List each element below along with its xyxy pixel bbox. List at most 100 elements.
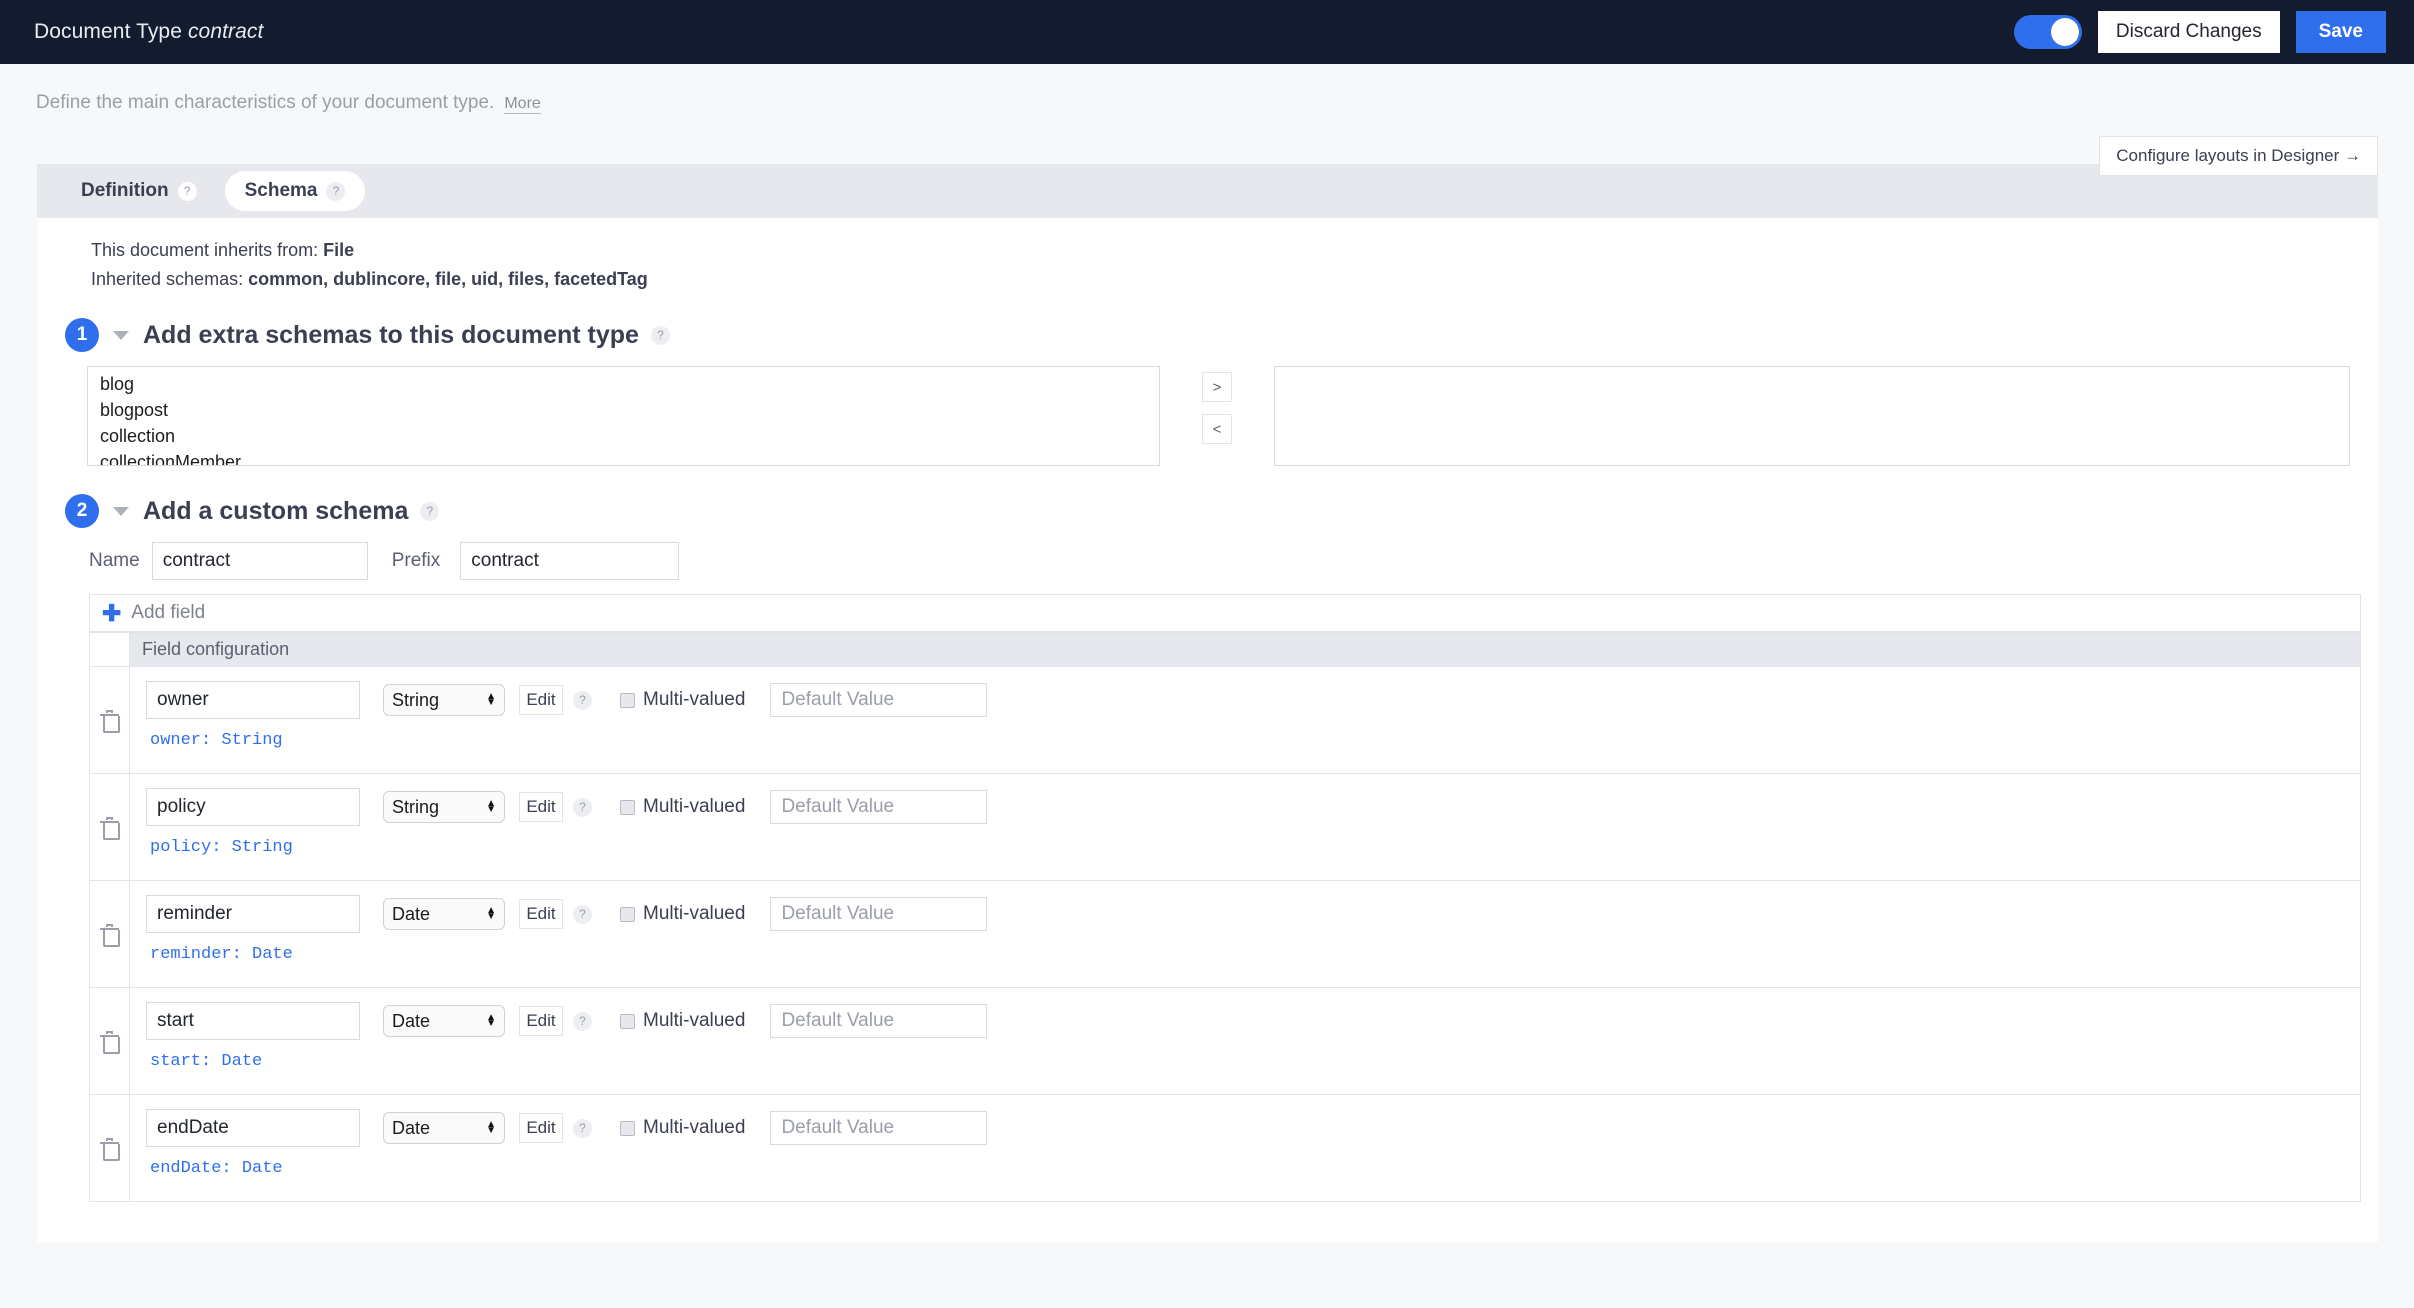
help-icon[interactable]: ? [650,325,670,345]
step-1-title: Add extra schemas to this document type [143,320,639,349]
save-button[interactable]: Save [2295,11,2386,53]
configure-layouts-button[interactable]: Configure layouts in Designer → [2099,136,2378,176]
row-delete-cell [90,774,130,880]
field-summary: start: Date [150,1052,263,1071]
field-type-value: Date [392,1117,431,1138]
field-type-select[interactable]: Date ▲ ▼ [383,1112,505,1144]
help-icon[interactable]: ? [573,797,592,817]
field-type-select[interactable]: String ▲ ▼ [383,791,505,823]
field-name-input[interactable] [146,1002,360,1040]
schema-transfer: blog blogpost collection collectionMembe… [87,366,2350,466]
enable-toggle[interactable] [2013,15,2082,49]
help-icon[interactable]: ? [177,181,197,201]
inherited-schemas-line: Inherited schemas: common, dublincore, f… [91,269,2350,290]
default-value-input[interactable] [770,1004,988,1038]
card-body: This document inherits from: File Inheri… [37,218,2378,1242]
tab-definition-label: Definition [81,180,169,201]
trash-icon[interactable] [100,1030,120,1054]
trash-icon[interactable] [100,709,120,733]
multi-valued-checkbox[interactable] [620,1013,635,1029]
multi-valued-label: Multi-valued [643,1117,746,1138]
multi-valued-toggle[interactable]: Multi-valued [620,1010,745,1032]
page-description: Define the main characteristics of your … [36,92,495,113]
trash-icon[interactable] [100,923,120,947]
tab-schema[interactable]: Schema ? [224,171,366,211]
field-name-input[interactable] [146,895,360,933]
more-link[interactable]: More [504,95,541,115]
add-schema-button[interactable]: > [1202,372,1233,402]
multi-valued-toggle[interactable]: Multi-valued [620,796,745,818]
help-icon[interactable]: ? [573,1118,592,1138]
help-icon[interactable]: ? [573,690,592,710]
multi-valued-label: Multi-valued [643,796,746,817]
field-type-value: Date [392,903,431,924]
fields-table-header: Field configuration [90,632,2360,666]
list-item[interactable]: blogpost [88,397,1159,423]
field-summary: reminder: Date [150,945,293,964]
default-value-input[interactable] [770,1111,988,1145]
discard-changes-button[interactable]: Discard Changes [2097,11,2280,53]
field-type-select[interactable]: Date ▲ ▼ [383,1005,505,1037]
schema-name-input[interactable] [151,542,368,580]
multi-valued-checkbox[interactable] [620,692,635,708]
field-type-select[interactable]: String ▲ ▼ [383,684,505,716]
chevron-updown-icon: ▲ ▼ [486,798,496,815]
field-edit-button[interactable]: Edit [519,685,563,715]
help-icon[interactable]: ? [573,904,592,924]
field-configuration-header: Field configuration [130,633,2360,666]
inherits-from-line: This document inherits from: File [91,240,2350,261]
chevron-updown-icon: ▲ ▼ [486,905,496,922]
list-item[interactable]: blog [88,371,1159,397]
field-name-input[interactable] [146,681,360,719]
multi-valued-toggle[interactable]: Multi-valued [620,1117,745,1139]
list-item[interactable]: collection [88,423,1159,449]
multi-valued-toggle[interactable]: Multi-valued [620,903,745,925]
field-row: String ▲▼ Edit? Multi-valued [146,681,2360,719]
schema-prefix-input[interactable] [460,542,680,580]
field-edit-button[interactable]: Edit [519,899,563,929]
row-delete-cell [90,1095,130,1201]
list-item[interactable]: collectionMember [88,449,1159,465]
fields-table-body: String▲▼Edit?Multi-valuedowner: StringSt… [90,666,2360,1201]
multi-valued-toggle[interactable]: Multi-valued [620,689,745,711]
row-config-cell: Date ▲▼ Edit? Multi-valued start: Date [130,988,2360,1094]
inherits-from-label: This document inherits from: [91,240,324,260]
field-edit-button[interactable]: Edit [519,1006,563,1036]
field-edit-button[interactable]: Edit [519,792,563,822]
step-2-badge[interactable]: 2 [65,494,99,528]
field-edit-button[interactable]: Edit [519,1113,563,1143]
field-type-select[interactable]: Date ▲ ▼ [383,898,505,930]
help-icon[interactable]: ? [573,1011,592,1031]
add-field-button[interactable]: ✚ Add field [89,594,2361,632]
default-value-input[interactable] [770,790,988,824]
remove-schema-button[interactable]: < [1202,414,1233,444]
help-icon[interactable]: ? [326,181,346,201]
chevron-down-icon[interactable] [113,330,129,340]
selected-schemas-list[interactable] [1274,366,2350,466]
trash-icon[interactable] [100,1137,120,1161]
table-row: String ▲▼ Edit? Multi-valued owner: String [90,666,2360,773]
field-name-input[interactable] [146,788,360,826]
available-schemas-list[interactable]: blog blogpost collection collectionMembe… [87,366,1161,466]
fields-table: Field configuration String ▲▼ Edit? Multi-v… [89,632,2361,1202]
default-value-input[interactable] [770,683,988,717]
chevron-down-icon[interactable] [113,506,129,516]
multi-valued-checkbox[interactable] [620,799,635,815]
default-value-input[interactable] [770,897,988,931]
step-1-badge[interactable]: 1 [65,318,99,352]
field-row: Date ▲▼ Edit? Multi-valued [146,895,2360,933]
page-title: Document Type contract [34,20,263,44]
top-bar: Document Type contract Discard Changes S… [0,0,2414,64]
inherits-from-value: File [323,240,355,260]
chevron-updown-icon: ▲ ▼ [486,1012,496,1029]
field-name-input[interactable] [146,1109,360,1147]
multi-valued-label: Multi-valued [643,903,746,924]
table-row: Date ▲▼ Edit? Multi-valued reminder: Date [90,880,2360,987]
field-row: String ▲▼ Edit? Multi-valued [146,788,2360,826]
row-config-cell: String ▲▼ Edit? Multi-valued owner: String [130,667,2360,773]
trash-icon[interactable] [100,816,120,840]
multi-valued-checkbox[interactable] [620,1120,635,1136]
multi-valued-checkbox[interactable] [620,906,635,922]
help-icon[interactable]: ? [420,501,440,521]
tab-definition[interactable]: Definition ? [61,171,217,211]
